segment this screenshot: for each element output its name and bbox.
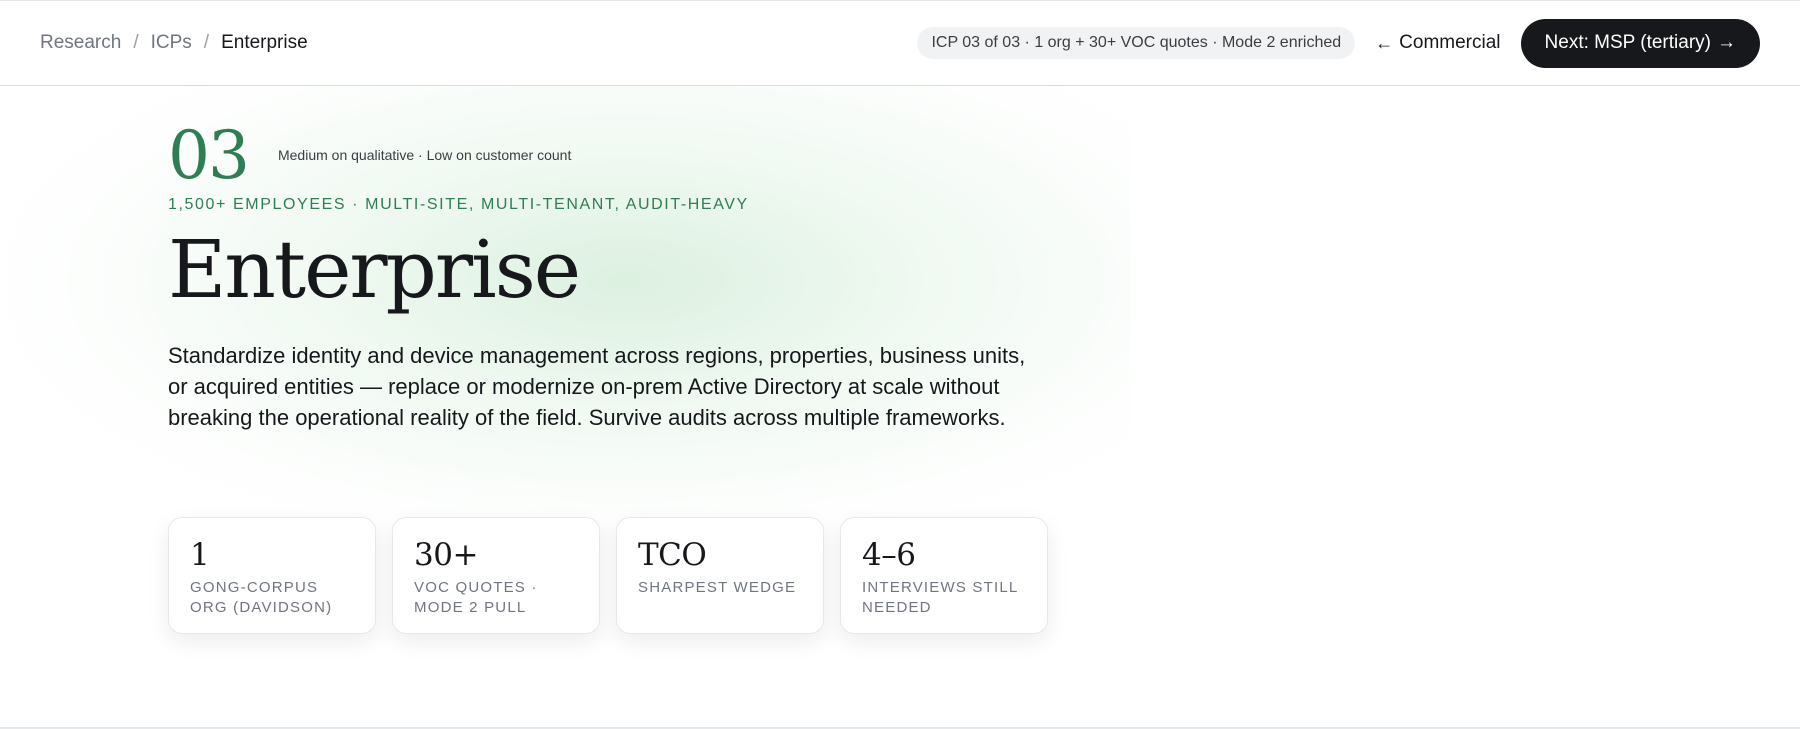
stat-card-voc-quotes: 30+ VOC QUOTES · MODE 2 PULL bbox=[392, 517, 600, 634]
segment-summary: Standardize identity and device manageme… bbox=[168, 343, 1026, 430]
icp-number-row: 03 Medium on qualitative · Low on custom… bbox=[168, 120, 1068, 192]
header-actions: ICP 03 of 03 · 1 org + 30+ VOC quotes · … bbox=[917, 18, 1760, 68]
stat-value: TCO bbox=[638, 537, 707, 573]
stat-value: 30+ bbox=[414, 537, 478, 573]
previous-icp-label: Commercial bbox=[1399, 32, 1501, 53]
next-icp-label: Next: MSP (tertiary) bbox=[1544, 32, 1711, 53]
stat-label: INTERVIEWS STILL NEEDED bbox=[862, 579, 1018, 616]
stats-row: 1 GONG-CORPUS ORG (DAVIDSON) 30+ VOC QUO… bbox=[168, 517, 1064, 634]
stat-card-gong-orgs: 1 GONG-CORPUS ORG (DAVIDSON) bbox=[168, 517, 376, 634]
segment-tag: 1,500+ EMPLOYEES · MULTI-SITE, MULTI-TEN… bbox=[168, 196, 749, 213]
page-title: Enterprise bbox=[168, 223, 581, 316]
next-icp-button[interactable]: Next: MSP (tertiary) → bbox=[1520, 18, 1760, 68]
stat-card-interviews-needed: 4–6 INTERVIEWS STILL NEEDED bbox=[840, 517, 1048, 634]
stat-card-sharpest-wedge: TCO SHARPEST WEDGE bbox=[616, 517, 824, 634]
breadcrumb-research[interactable]: Research bbox=[40, 32, 121, 54]
stat-label: VOC QUOTES · MODE 2 PULL bbox=[414, 579, 538, 616]
previous-icp-link[interactable]: ← Commercial bbox=[1375, 32, 1500, 54]
breadcrumb: Research / ICPs / Enterprise bbox=[40, 32, 308, 54]
arrow-right-icon: → bbox=[1717, 32, 1736, 53]
breadcrumb-separator: / bbox=[133, 32, 139, 53]
breadcrumb-current: Enterprise bbox=[221, 32, 308, 53]
icp-meta-badge: ICP 03 of 03 · 1 org + 30+ VOC quotes · … bbox=[917, 27, 1356, 59]
breadcrumb-separator: / bbox=[203, 32, 210, 53]
confidence-note: Medium on qualitative · Low on customer … bbox=[277, 147, 572, 163]
icp-number: 03 bbox=[168, 117, 250, 194]
icp-hero: 03 Medium on qualitative · Low on custom… bbox=[168, 120, 1068, 433]
top-bar: Research / ICPs / Enterprise ICP 03 of 0… bbox=[0, 0, 1800, 86]
stat-value: 1 bbox=[190, 537, 210, 573]
stat-value: 4–6 bbox=[862, 537, 916, 573]
stat-label: GONG-CORPUS ORG (DAVIDSON) bbox=[190, 579, 333, 616]
breadcrumb-icps[interactable]: ICPs bbox=[151, 32, 192, 54]
arrow-left-icon: ← bbox=[1375, 32, 1394, 53]
icp-page: Research / ICPs / Enterprise ICP 03 of 0… bbox=[0, 0, 1800, 729]
stat-label: SHARPEST WEDGE bbox=[638, 579, 797, 596]
